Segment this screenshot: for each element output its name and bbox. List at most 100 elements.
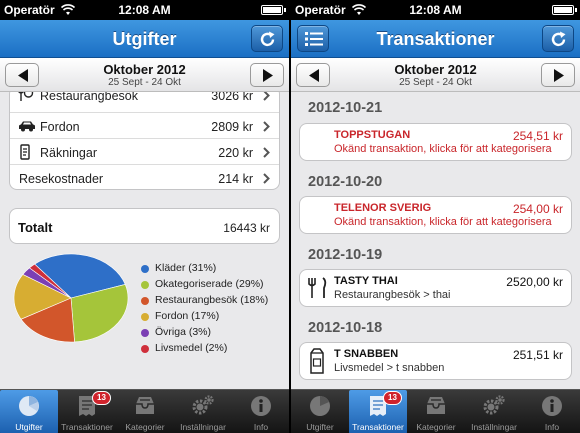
category-row[interactable]: Räkningar 220 kr [10, 139, 279, 165]
pie-chart-icon [310, 396, 330, 416]
tab-label: Inställningar [471, 422, 517, 432]
chevron-right-icon [263, 173, 270, 184]
info-icon [251, 396, 271, 416]
category-name: Restaurangbesök [40, 92, 138, 103]
legend-label: Okategoriserade (29%) [155, 278, 264, 290]
arrow-right-icon [554, 69, 564, 82]
status-time: 12:08 AM [409, 3, 462, 17]
arrow-right-icon [263, 69, 273, 82]
tab-label: Kategorier [125, 422, 165, 432]
tab-kategorier[interactable]: Kategorier [407, 390, 465, 433]
transaction-card[interactable]: TASTY THAI 2520,00 kr Restaurangbesök > … [299, 269, 572, 307]
category-amount: 214 kr [218, 172, 253, 186]
category-name: Räkningar [40, 146, 97, 160]
tab-label: Utgifter [15, 422, 43, 432]
transactions-badge: 13 [383, 391, 402, 405]
status-bar: Operatör 12:08 AM [291, 0, 580, 20]
legend-color-dot [141, 265, 149, 273]
category-amount: 3026 kr [211, 92, 253, 103]
transaction-amount: 251,51 kr [512, 348, 563, 362]
page-title: Utgifter [112, 29, 177, 49]
period-selector: Oktober 2012 25 Sept - 24 Okt [0, 58, 289, 92]
transaction-subtitle: Okänd transaktion, klicka för att katego… [334, 216, 552, 228]
refresh-button[interactable] [251, 25, 283, 52]
transaction-card[interactable]: TELENOR SVERIG 254,00 kr Okänd transakti… [299, 196, 572, 234]
car-icon [19, 121, 35, 132]
tab-utgifter[interactable]: Utgifter [0, 390, 58, 433]
transaction-card[interactable]: TOPPSTUGAN 254,51 kr Okänd transaktion, … [299, 123, 572, 161]
refresh-icon [551, 31, 566, 47]
tab-utgifter[interactable]: Utgifter [291, 390, 349, 433]
transaction-name: TASTY THAI [334, 275, 398, 287]
transaction-subtitle: Livsmedel > t snabben [334, 362, 445, 374]
gears-icon [483, 395, 505, 415]
tab-transaktioner[interactable]: 13 Transaktioner [58, 390, 116, 433]
transactions-content: 2012-10-21 TOPPSTUGAN 254,51 kr Okänd tr… [291, 92, 580, 389]
transaction-amount: 2520,00 kr [506, 275, 563, 289]
tab-transaktioner[interactable]: 13 Transaktioner [349, 390, 407, 433]
expenses-content: Restaurangbesök 3026 kr Fordon 2809 kr R… [0, 92, 289, 389]
category-row[interactable]: Restaurangbesök 3026 kr [10, 92, 279, 113]
expense-pie-chart [13, 253, 129, 343]
tab-info[interactable]: Info [232, 390, 289, 433]
nav-bar: Utgifter [0, 20, 289, 58]
period-range: 25 Sept - 24 Okt [399, 77, 472, 88]
chevron-right-icon [263, 92, 270, 101]
info-icon [542, 396, 562, 416]
tab-label: Info [253, 422, 269, 432]
transaction-name: TOPPSTUGAN [334, 129, 411, 141]
legend-color-dot [141, 345, 149, 353]
inbox-tray-icon [136, 397, 154, 414]
date-header: 2012-10-19 [308, 247, 383, 263]
legend-color-dot [141, 313, 149, 321]
legend-color-dot [141, 329, 149, 337]
category-amount: 2809 kr [211, 120, 253, 134]
page-title: Transaktioner [376, 29, 495, 49]
battery-icon [261, 5, 286, 15]
tab-info[interactable]: Info [523, 390, 580, 433]
tab-installningar[interactable]: Inställningar [174, 390, 232, 433]
category-amount: 220 kr [218, 146, 253, 160]
date-header: 2012-10-21 [308, 100, 383, 116]
tab-label: Utgifter [306, 422, 334, 432]
tab-bar: Utgifter 13 Transaktioner Kategorier Ins… [291, 389, 580, 433]
next-period-button[interactable] [250, 63, 284, 87]
legend-color-dot [141, 297, 149, 305]
chevron-right-icon [263, 121, 270, 132]
battery-icon [552, 5, 577, 15]
date-header: 2012-10-18 [308, 320, 383, 336]
category-row[interactable]: Resekostnader 214 kr [10, 165, 279, 191]
transaction-name: T SNABBEN [334, 348, 399, 360]
total-card: Totalt 16443 kr [9, 208, 280, 244]
next-period-button[interactable] [541, 63, 575, 87]
legend-label: Övriga (3%) [155, 326, 212, 338]
tab-bar: Utgifter 13 Transaktioner Kategorier Ins… [0, 389, 289, 433]
date-header: 2012-10-20 [308, 174, 383, 190]
inbox-tray-icon [427, 397, 445, 414]
tab-label: Transaktioner [352, 422, 404, 432]
transaction-card[interactable]: T SNABBEN 251,51 kr Livsmedel > t snabbe… [299, 342, 572, 380]
tab-installningar[interactable]: Inställningar [465, 390, 523, 433]
transaktioner-screen: Operatör 12:08 AM Transaktioner Oktober … [291, 0, 580, 433]
gears-icon [192, 395, 214, 415]
transactions-badge: 13 [92, 391, 111, 405]
legend-label: Restaurangbesök (18%) [155, 294, 269, 306]
refresh-button[interactable] [542, 25, 574, 52]
transaction-amount: 254,51 kr [512, 129, 563, 143]
tab-kategorier[interactable]: Kategorier [116, 390, 174, 433]
transaction-subtitle: Restaurangbesök > thai [334, 289, 451, 301]
total-label: Totalt [18, 220, 53, 235]
milk-carton-icon [310, 348, 324, 374]
category-row[interactable]: Fordon 2809 kr [10, 113, 279, 139]
transaction-amount: 254,00 kr [512, 202, 563, 216]
category-name: Fordon [40, 120, 80, 134]
nav-bar: Transaktioner [291, 20, 580, 58]
legend-label: Fordon (17%) [155, 310, 220, 322]
legend-color-dot [141, 281, 149, 289]
fork-knife-icon [308, 277, 327, 298]
fork-knife-icon [18, 92, 34, 101]
tab-label: Transaktioner [61, 422, 113, 432]
period-selector: Oktober 2012 25 Sept - 24 Okt [291, 58, 580, 92]
period-month: Oktober 2012 [103, 62, 186, 77]
pie-chart-icon [19, 396, 39, 416]
